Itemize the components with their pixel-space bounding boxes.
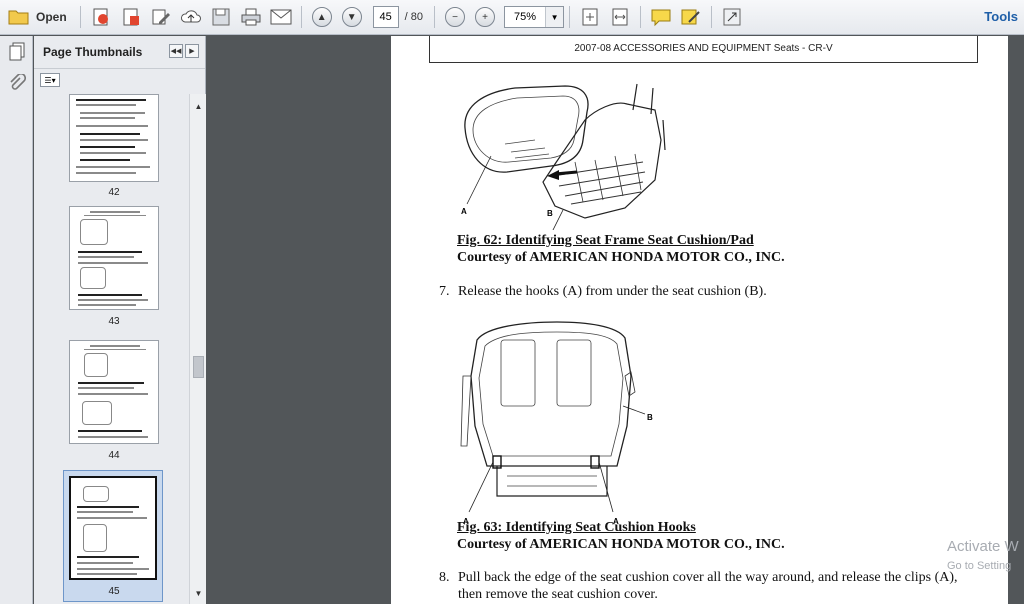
thumbnail-page-43[interactable] bbox=[69, 206, 159, 310]
create-pdf-button[interactable] bbox=[88, 4, 114, 30]
fit-page-button[interactable] bbox=[577, 4, 603, 30]
scroll-up-icon[interactable]: ▲ bbox=[190, 98, 207, 115]
collapse-panel-button[interactable]: ◀◀ bbox=[169, 44, 183, 58]
double-chevron-left-icon: ◀◀ bbox=[170, 48, 182, 55]
page-number-input[interactable]: 45 bbox=[372, 6, 399, 28]
thumbnail-page-42[interactable] bbox=[69, 94, 159, 182]
email-icon bbox=[270, 9, 292, 25]
upload-icon bbox=[180, 10, 201, 23]
comment-button[interactable] bbox=[648, 4, 674, 30]
export-pdf-icon bbox=[123, 8, 139, 26]
email-button[interactable] bbox=[268, 4, 294, 30]
thumbnails-header: Page Thumbnails ◀◀ ▶ bbox=[34, 36, 205, 69]
paperclip-icon bbox=[9, 74, 26, 90]
fig63-caption-block: Fig. 63: Identifying Seat Cushion Hooks … bbox=[457, 519, 785, 553]
thumbnail-page-number: 44 bbox=[108, 450, 120, 461]
fig62-label-b: B bbox=[547, 209, 553, 218]
activate-windows-watermark: Activate W bbox=[947, 538, 1019, 555]
prev-page-icon: ▲ bbox=[311, 7, 332, 27]
fit-width-button[interactable] bbox=[607, 4, 633, 30]
thumbnail-options-button[interactable]: ☰▾ bbox=[40, 73, 60, 87]
chevron-right-icon: ▶ bbox=[189, 48, 195, 55]
thumbnails-scrollbar[interactable]: ▲ ▼ bbox=[189, 94, 206, 604]
fullscreen-icon bbox=[723, 8, 741, 26]
folder-icon bbox=[8, 10, 29, 25]
step-text: Release the hooks (A) from under the sea… bbox=[458, 284, 767, 299]
chevron-down-icon[interactable]: ▼ bbox=[545, 7, 564, 27]
save-button[interactable] bbox=[208, 4, 234, 30]
export-button[interactable] bbox=[118, 4, 144, 30]
separator bbox=[434, 6, 436, 28]
thumbnail-page-number: 45 bbox=[108, 586, 120, 597]
step-number: 7. bbox=[439, 284, 450, 299]
thumbnail-page-number: 42 bbox=[108, 187, 120, 198]
seat-cushion-pad-illustration: A bbox=[461, 83, 666, 230]
thumbnails-title: Page Thumbnails bbox=[43, 45, 143, 59]
attachments-tab[interactable] bbox=[0, 68, 33, 100]
fit-page-icon bbox=[582, 8, 598, 26]
edit-icon bbox=[152, 9, 170, 25]
step-number: 8. bbox=[439, 570, 450, 585]
scrollbar-thumb[interactable] bbox=[193, 356, 204, 378]
activate-windows-subtext: Go to Setting bbox=[947, 560, 1012, 572]
options-menu-icon: ☰▾ bbox=[44, 75, 56, 85]
zoom-in-icon: + bbox=[475, 7, 496, 27]
fig63-label-b: B bbox=[647, 413, 653, 422]
fig63-courtesy: Courtesy of AMERICAN HONDA MOTOR CO., IN… bbox=[457, 537, 785, 552]
zoom-out-icon: − bbox=[445, 7, 466, 27]
seat-frame-label: B bbox=[547, 209, 553, 218]
open-label: Open bbox=[36, 10, 67, 24]
page-thumbnails-tab[interactable] bbox=[0, 36, 33, 68]
create-pdf-icon bbox=[93, 8, 108, 26]
page-total: / 80 bbox=[404, 11, 424, 23]
step-7: 7. Release the hooks (A) from under the … bbox=[439, 283, 999, 300]
zoom-select[interactable]: 75% ▼ bbox=[504, 6, 565, 28]
step-8: 8. Pull back the edge of the seat cushio… bbox=[439, 569, 999, 602]
fit-width-icon bbox=[612, 8, 628, 26]
step-text: Pull back the edge of the seat cushion c… bbox=[458, 570, 958, 602]
zoom-value: 75% bbox=[514, 11, 537, 23]
fig63-caption: Fig. 63: Identifying Seat Cushion Hooks bbox=[457, 520, 696, 535]
print-icon bbox=[241, 8, 261, 26]
zoom-out-button[interactable]: − bbox=[442, 4, 468, 30]
next-page-button[interactable]: ▼ bbox=[339, 4, 365, 30]
separator bbox=[569, 6, 571, 28]
separator bbox=[79, 6, 81, 28]
tools-button[interactable]: Tools bbox=[984, 9, 1018, 24]
comment-icon bbox=[651, 9, 671, 27]
document-page: 2007-08 ACCESSORIES AND EQUIPMENT Seats … bbox=[391, 36, 1008, 604]
separator bbox=[300, 6, 302, 28]
sign-icon bbox=[681, 9, 700, 25]
expand-panel-button[interactable]: ▶ bbox=[185, 44, 199, 58]
next-page-icon: ▼ bbox=[341, 7, 362, 27]
separator bbox=[640, 6, 642, 28]
navigation-rail bbox=[0, 36, 33, 604]
fig62-caption: Fig. 62: Identifying Seat Frame Seat Cus… bbox=[457, 233, 754, 248]
thumbnail-page-44[interactable] bbox=[69, 340, 159, 444]
thumbnail-page-45[interactable] bbox=[69, 476, 157, 580]
open-button[interactable]: Open bbox=[8, 4, 73, 30]
right-edge bbox=[1008, 36, 1024, 604]
fig62-caption-block: Fig. 62: Identifying Seat Frame Seat Cus… bbox=[457, 232, 785, 266]
fullscreen-button[interactable] bbox=[719, 4, 745, 30]
prev-page-button[interactable]: ▲ bbox=[309, 4, 335, 30]
sign-button[interactable] bbox=[678, 4, 704, 30]
scroll-down-icon[interactable]: ▼ bbox=[190, 585, 207, 602]
pages-icon bbox=[9, 42, 24, 61]
toolbar: Open ▲ ▼ 45 / 80 − + 75% ▼ Tools bbox=[0, 0, 1024, 35]
page-header: 2007-08 ACCESSORIES AND EQUIPMENT Seats … bbox=[429, 36, 978, 63]
thumbnail-page-number: 43 bbox=[108, 316, 120, 327]
save-icon bbox=[212, 8, 230, 26]
separator bbox=[711, 6, 713, 28]
zoom-in-button[interactable]: + bbox=[472, 4, 498, 30]
fig62-courtesy: Courtesy of AMERICAN HONDA MOTOR CO., IN… bbox=[457, 250, 785, 265]
edit-button[interactable] bbox=[148, 4, 174, 30]
thumbnails-panel: Page Thumbnails ◀◀ ▶ ☰▾ 42 43 44 45 ▲ ▼ bbox=[34, 36, 206, 604]
fig62-label-a: A bbox=[461, 207, 467, 216]
print-button[interactable] bbox=[238, 4, 264, 30]
upload-button[interactable] bbox=[178, 4, 204, 30]
seat-cushion-hooks-illustration: B bbox=[460, 321, 653, 513]
